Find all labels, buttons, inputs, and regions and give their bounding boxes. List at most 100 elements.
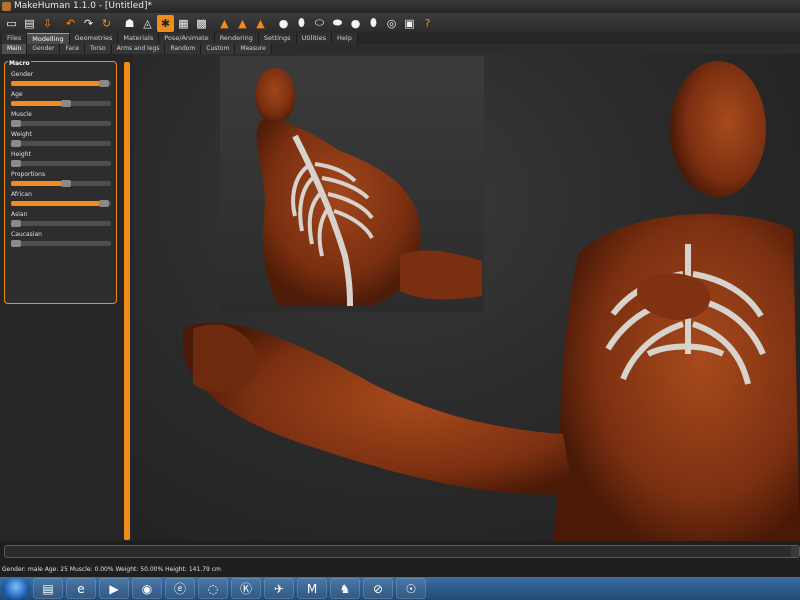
pose-icon[interactable]: ✱	[157, 14, 174, 32]
tab-utilities[interactable]: Utilities	[296, 33, 333, 44]
slider-track[interactable]	[11, 120, 111, 127]
subtab-custom[interactable]: Custom	[201, 44, 236, 54]
tab-help[interactable]: Help	[332, 33, 358, 44]
sub-tabs: Main Gender Face Torso Arms and legs Ran…	[0, 44, 800, 54]
slider-label: Height	[11, 151, 31, 158]
tab-geometries[interactable]: Geometries	[69, 33, 119, 44]
right-view-icon[interactable]: ⬮	[293, 15, 310, 32]
slider-gender[interactable]: Gender	[11, 70, 115, 90]
explorer-icon[interactable]: ▤	[33, 578, 63, 599]
subtab-face[interactable]: Face	[60, 44, 86, 54]
slider-handle[interactable]	[11, 140, 21, 147]
slider-muscle[interactable]: Muscle	[11, 110, 115, 130]
slider-track[interactable]	[11, 240, 111, 247]
3d-viewport[interactable]	[133, 54, 800, 541]
tab-materials[interactable]: Materials	[118, 33, 160, 44]
subtab-random[interactable]: Random	[165, 44, 202, 54]
makehuman-icon[interactable]: ☉	[396, 578, 426, 599]
makehuman-window: MakeHuman 1.1.0 - [Untitled]* ▭ ▤ ⇩ ↶ ↷ …	[0, 0, 800, 600]
slider-age[interactable]: Age	[11, 90, 115, 110]
slider-track[interactable]	[11, 140, 111, 147]
macro-group: Macro Gender Age Muscle Weight Height Proport…	[4, 60, 117, 304]
slider-track[interactable]	[11, 80, 111, 87]
slider-fill	[11, 81, 99, 86]
slider-handle[interactable]	[11, 120, 21, 127]
slider-fill	[11, 101, 61, 106]
back-view-icon[interactable]: ▲	[234, 15, 251, 32]
slider-handle[interactable]	[11, 240, 21, 247]
smooth-icon[interactable]: ☗	[121, 15, 138, 32]
tab-rendering[interactable]: Rendering	[214, 33, 259, 44]
wireframe-icon[interactable]: ◬	[139, 15, 156, 32]
help-icon[interactable]: ?	[419, 15, 436, 32]
k-icon[interactable]: Ⓚ	[231, 578, 261, 599]
slider-handle[interactable]	[99, 80, 109, 87]
front-view-icon[interactable]: ▲	[216, 15, 233, 32]
checker-icon[interactable]: ▩	[193, 15, 210, 32]
slider-height[interactable]: Height	[11, 150, 115, 170]
tab-modelling[interactable]: Modelling	[27, 33, 70, 44]
media-player-icon[interactable]: ▶	[99, 578, 129, 599]
subtab-main[interactable]: Main	[2, 44, 28, 54]
slider-proportions[interactable]: Proportions	[11, 170, 115, 190]
slider-label: Caucasian	[11, 231, 42, 238]
slider-track[interactable]	[11, 160, 111, 167]
grid-icon[interactable]: ▦	[175, 15, 192, 32]
slider-track[interactable]	[11, 100, 111, 107]
tab-settings[interactable]: Settings	[258, 33, 297, 44]
browser-e-icon[interactable]: ⓔ	[165, 578, 195, 599]
redo-icon[interactable]: ↷	[80, 15, 97, 32]
slider-caucasian[interactable]: Caucasian	[11, 230, 115, 250]
slider-asian[interactable]: Asian	[11, 210, 115, 230]
main-tabs: Files Modelling Geometries Materials Pos…	[0, 33, 800, 44]
head-icon[interactable]: ●	[275, 15, 292, 32]
slider-handle[interactable]	[11, 220, 21, 227]
undo-icon[interactable]: ↶	[62, 15, 79, 32]
bird-icon[interactable]: ✈	[264, 578, 294, 599]
slider-handle[interactable]	[61, 100, 71, 107]
reset-icon[interactable]: ↻	[98, 15, 115, 32]
command-scroll-arrow[interactable]	[791, 546, 799, 557]
subtab-arms-and-legs[interactable]: Arms and legs	[111, 44, 166, 54]
tab-files[interactable]: Files	[2, 33, 28, 44]
slider-handle[interactable]	[11, 160, 21, 167]
subtab-torso[interactable]: Torso	[85, 44, 112, 54]
slider-handle[interactable]	[61, 180, 71, 187]
slider-track[interactable]	[11, 220, 111, 227]
screenshot-icon[interactable]: ◎	[383, 15, 400, 32]
edge-icon[interactable]: ◌	[198, 578, 228, 599]
slider-african[interactable]: African	[11, 190, 115, 210]
export-icon[interactable]: ⇩	[39, 15, 56, 32]
chess-icon[interactable]: ♞	[330, 578, 360, 599]
status-bar: Gender: male Age: 25 Muscle: 0.00% Weigh…	[0, 563, 800, 577]
top-view-icon[interactable]: ⬬	[329, 15, 346, 32]
m-icon[interactable]: M	[297, 578, 327, 599]
save-icon[interactable]: ▤	[21, 15, 38, 32]
slider-label: Muscle	[11, 111, 32, 118]
left-view-icon[interactable]: ⬭	[311, 15, 328, 32]
taskbar: ▤ e ▶ ◉ ⓔ ◌ Ⓚ ✈ M ♞ ⊘ ☉	[0, 577, 800, 600]
ie-icon[interactable]: e	[66, 578, 96, 599]
slider-label: Gender	[11, 71, 34, 78]
command-input[interactable]	[4, 545, 800, 558]
tab-pose-animate[interactable]: Pose/Animate	[159, 33, 215, 44]
slider-track[interactable]	[11, 180, 111, 187]
status-text: Gender: male Age: 25 Muscle: 0.00% Weigh…	[2, 566, 221, 573]
reset-camera-icon[interactable]: ⬮	[365, 15, 382, 32]
camera-icon[interactable]: ▣	[401, 15, 418, 32]
slider-track[interactable]	[11, 200, 111, 207]
slider-label: African	[11, 191, 32, 198]
bottom-view-icon[interactable]: ●	[347, 15, 364, 32]
qq-icon[interactable]: ◉	[132, 578, 162, 599]
side-view-icon[interactable]: ▲	[252, 15, 269, 32]
subtab-gender[interactable]: Gender	[27, 44, 61, 54]
left-panel: Macro Gender Age Muscle Weight Height Proport…	[0, 54, 133, 541]
security-icon[interactable]: ⊘	[363, 578, 393, 599]
slider-handle[interactable]	[99, 200, 109, 207]
subtab-measure[interactable]: Measure	[235, 44, 272, 54]
slider-weight[interactable]: Weight	[11, 130, 115, 150]
new-file-icon[interactable]: ▭	[3, 15, 20, 32]
title-bar: MakeHuman 1.1.0 - [Untitled]*	[0, 0, 800, 13]
panel-scrollbar[interactable]	[124, 62, 130, 540]
start-button[interactable]	[2, 577, 30, 600]
